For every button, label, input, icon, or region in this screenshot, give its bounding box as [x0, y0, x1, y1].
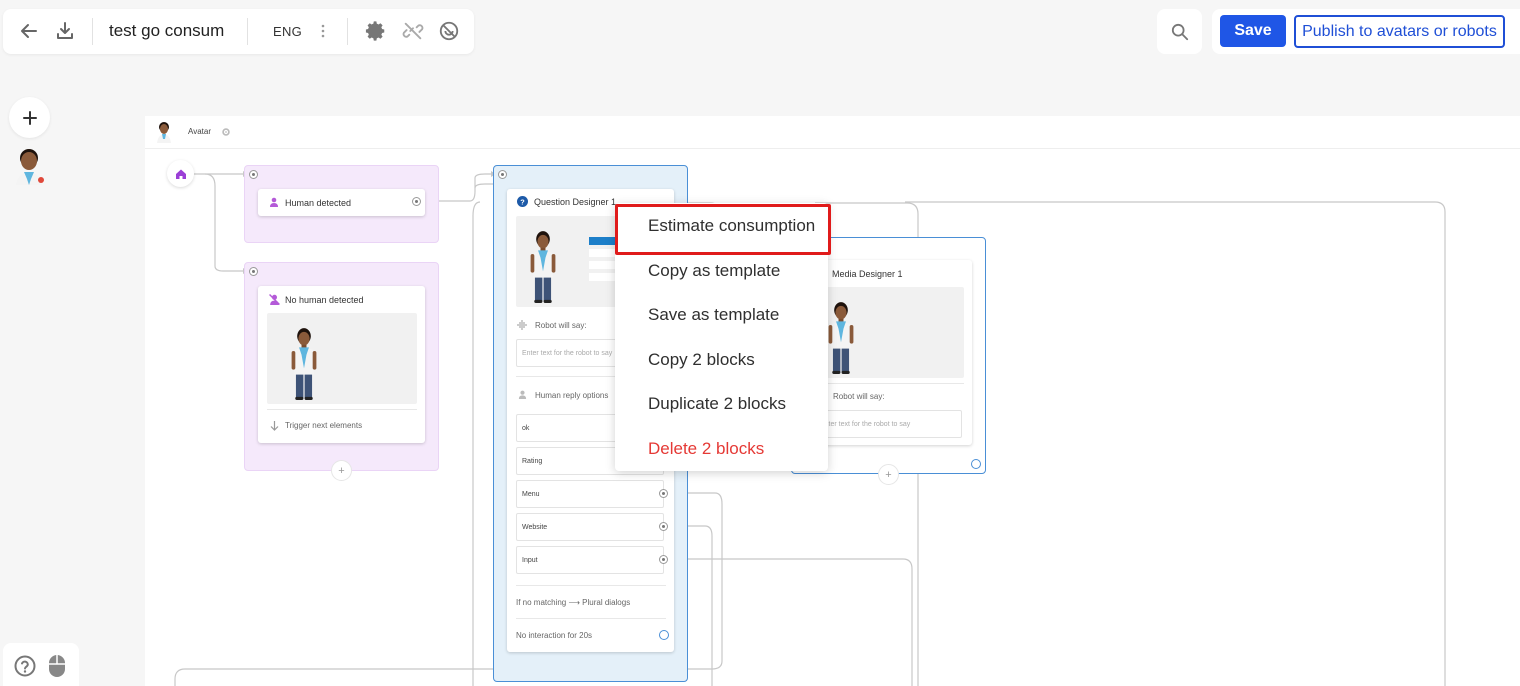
- card-title: Media Designer 1: [832, 269, 903, 279]
- flow-canvas[interactable]: Avatar Human detected No human detected …: [145, 116, 1520, 686]
- visibility-off-circle-icon[interactable]: [437, 19, 461, 43]
- add-block-button[interactable]: [9, 97, 50, 138]
- media-designer-card[interactable]: Media Designer 1 Robot will say: Enter t…: [805, 260, 972, 445]
- option-connector[interactable]: [659, 522, 668, 531]
- card-title: Question Designer 1: [534, 197, 617, 207]
- reply-option[interactable]: Website: [516, 513, 664, 541]
- search-button[interactable]: [1157, 9, 1202, 54]
- help-controls: [3, 643, 79, 686]
- link-off-icon[interactable]: [401, 19, 425, 43]
- card-title: Human detected: [285, 198, 352, 208]
- timeout-connector[interactable]: [659, 630, 669, 640]
- svg-text:?: ?: [520, 197, 525, 206]
- option-connector[interactable]: [659, 555, 668, 564]
- toolbar-divider: [247, 18, 248, 45]
- placeholder-text: Enter text for the robot to say: [522, 350, 613, 357]
- option-label: Rating: [522, 458, 543, 465]
- connector-dot[interactable]: [498, 170, 507, 179]
- project-title[interactable]: test go consum: [109, 21, 224, 41]
- connector-dot[interactable]: [249, 267, 258, 276]
- avatar-preview: [267, 313, 417, 404]
- audio-wave-icon: [517, 320, 527, 330]
- divider: [267, 409, 417, 410]
- help-icon[interactable]: [14, 655, 36, 677]
- robot-will-say-label: Robot will say:: [535, 321, 587, 330]
- connector-dot[interactable]: [249, 170, 258, 179]
- trigger-group-human-detected[interactable]: Human detected: [244, 165, 439, 243]
- reply-option[interactable]: Input: [516, 546, 664, 574]
- arrow-down-icon: [270, 421, 279, 431]
- menu-item-save-as-template[interactable]: Save as template: [648, 305, 779, 325]
- more-vertical-icon[interactable]: [311, 19, 335, 43]
- no-interaction-label: No interaction for 20s: [516, 631, 593, 640]
- option-label: Input: [522, 557, 538, 564]
- human-detected-card[interactable]: Human detected: [258, 189, 425, 216]
- divider: [516, 585, 666, 586]
- menu-item-delete-blocks[interactable]: Delete 2 blocks: [648, 439, 764, 459]
- help-circle-icon: ?: [517, 196, 528, 207]
- trigger-group-no-human[interactable]: No human detected Trigger next elements …: [244, 262, 439, 481]
- home-icon: [175, 169, 186, 179]
- media-text-input[interactable]: Enter text for the robot to say: [814, 410, 962, 438]
- no-matching-label: If no matching ⟶ Plural dialogs: [516, 598, 631, 607]
- divider: [814, 383, 964, 384]
- card-title: No human detected: [285, 295, 364, 305]
- action-bar: Save Publish to avatars or robots: [1212, 9, 1520, 54]
- menu-item-copy-blocks[interactable]: Copy 2 blocks: [648, 350, 755, 370]
- plus-icon: [22, 110, 37, 125]
- mouse-icon[interactable]: [48, 654, 66, 678]
- option-label: Website: [522, 524, 548, 531]
- editor-toolbar: test go consum ENG: [3, 9, 474, 54]
- trigger-next-label: Trigger next elements: [285, 421, 363, 430]
- menu-item-copy-as-template[interactable]: Copy as template: [648, 261, 780, 281]
- avatar-selector[interactable]: [10, 145, 48, 185]
- reply-option[interactable]: Menu: [516, 480, 664, 508]
- output-connector[interactable]: [412, 197, 421, 206]
- language-selector[interactable]: ENG: [273, 24, 302, 39]
- no-human-card[interactable]: No human detected Trigger next elements: [258, 286, 425, 443]
- toolbar-divider: [92, 18, 93, 45]
- publish-button[interactable]: Publish to avatars or robots: [1294, 15, 1505, 48]
- robot-will-say-label: Robot will say:: [833, 392, 885, 401]
- toolbar-divider: [347, 18, 348, 45]
- human-reply-label: Human reply options: [535, 391, 609, 400]
- context-menu: Estimate consumption Copy as template Sa…: [615, 203, 831, 471]
- add-after-button[interactable]: +: [331, 460, 352, 481]
- download-icon[interactable]: [53, 19, 77, 43]
- option-connector[interactable]: [659, 489, 668, 498]
- menu-item-duplicate-blocks[interactable]: Duplicate 2 blocks: [648, 394, 786, 414]
- gear-icon[interactable]: [364, 19, 388, 43]
- output-connector[interactable]: [971, 459, 981, 469]
- person-off-icon: [269, 294, 280, 305]
- add-after-button[interactable]: +: [878, 464, 899, 485]
- option-label: ok: [522, 425, 530, 432]
- person-icon: [518, 390, 527, 399]
- media-preview: [814, 287, 964, 378]
- save-button[interactable]: Save: [1220, 15, 1286, 47]
- person-icon: [270, 197, 278, 207]
- back-arrow-icon[interactable]: [17, 19, 41, 43]
- menu-item-estimate-consumption[interactable]: Estimate consumption: [648, 216, 815, 236]
- divider: [516, 618, 666, 619]
- option-label: Menu: [522, 491, 540, 498]
- search-icon: [1171, 23, 1188, 40]
- placeholder-text: Enter text for the robot to say: [820, 421, 911, 428]
- start-node[interactable]: [167, 160, 194, 187]
